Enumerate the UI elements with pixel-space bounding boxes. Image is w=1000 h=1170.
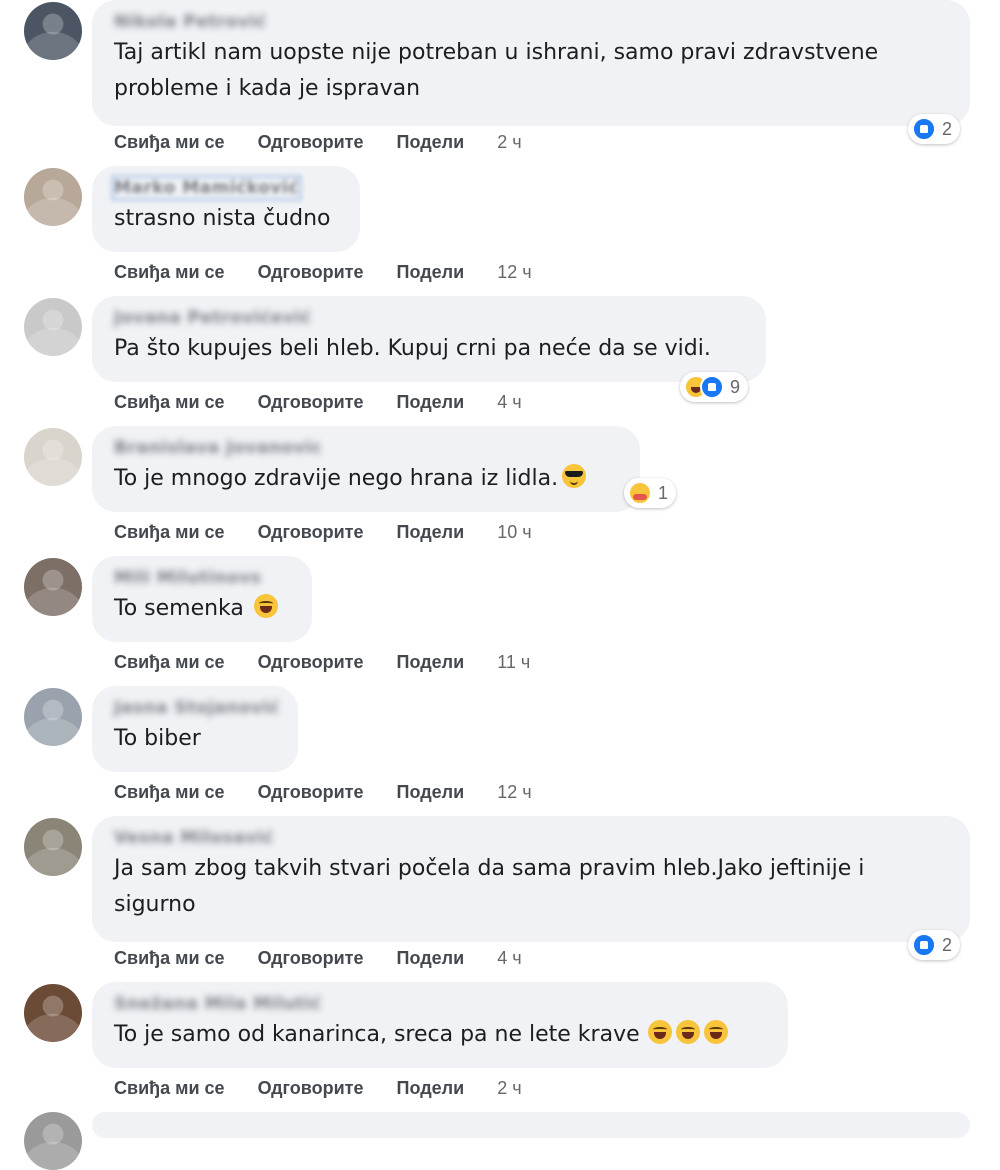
like-button[interactable]: Свиђа ми се bbox=[114, 782, 225, 802]
avatar[interactable] bbox=[24, 428, 82, 486]
like-button[interactable]: Свиђа ми се bbox=[114, 262, 225, 282]
comment-text: To semenka bbox=[114, 590, 292, 628]
reaction-summary[interactable]: 2 bbox=[908, 930, 961, 960]
comment-text: To je samo od kanarinca, sreca pa ne let… bbox=[114, 1016, 768, 1054]
reaction-count: 9 bbox=[730, 376, 741, 397]
like-reaction-icon bbox=[912, 117, 936, 141]
avatar[interactable] bbox=[24, 298, 82, 356]
comment-actions: Свиђа ми се Одговорите Подели 12 ч bbox=[114, 782, 560, 803]
comment-actions: Свиђа ми се Одговорите Подели 12 ч bbox=[114, 262, 560, 283]
share-button[interactable]: Подели bbox=[397, 262, 465, 282]
comment-timestamp[interactable]: 4 ч bbox=[497, 948, 521, 968]
comment-timestamp[interactable]: 2 ч bbox=[497, 1078, 521, 1098]
comment-timestamp[interactable]: 12 ч bbox=[497, 262, 531, 282]
share-button[interactable]: Подели bbox=[397, 948, 465, 968]
comment-actions: Свиђа ми се Одговорите Подели 4 ч bbox=[114, 392, 550, 413]
like-button[interactable]: Свиђа ми се bbox=[114, 392, 225, 412]
comment-bubble: Branislava Jovanovic To je mnogo zdravij… bbox=[92, 426, 640, 512]
reply-button[interactable]: Одговорите bbox=[258, 652, 364, 672]
share-button[interactable]: Подели bbox=[397, 652, 465, 672]
comment-bubble: Jasna Stojanović To biber bbox=[92, 686, 298, 772]
author-name[interactable]: Marko Mamićković bbox=[112, 176, 301, 200]
comment-text-line: Taj artikl nam uopste nije potreban u is… bbox=[114, 40, 879, 65]
comment-actions: Свиђа ми се Одговорите Подели 11 ч bbox=[114, 652, 558, 673]
share-button[interactable]: Подели bbox=[397, 522, 465, 542]
reply-button[interactable]: Одговорите bbox=[258, 1078, 364, 1098]
author-name[interactable]: Nikola Petrović bbox=[114, 12, 266, 32]
avatar[interactable] bbox=[24, 558, 82, 616]
reply-button[interactable]: Одговорите bbox=[258, 782, 364, 802]
reaction-summary[interactable]: 1 bbox=[624, 478, 677, 508]
like-button[interactable]: Свиђа ми се bbox=[114, 522, 225, 542]
comment-bubble: Jovana Petrovićević Pa što kupujes beli … bbox=[92, 296, 766, 382]
comment-bubble: Snežana Mila Milutić To je samo od kanar… bbox=[92, 982, 788, 1068]
comment-text-line: Pa što kupujes beli hleb. Kupuj crni pa … bbox=[114, 336, 711, 361]
avatar[interactable] bbox=[24, 168, 82, 226]
comment-timestamp[interactable]: 4 ч bbox=[497, 392, 521, 412]
comment-text-line: strasno nista čudno bbox=[114, 206, 331, 231]
comment-bubble: Vesna Milosavić Ja sam zbog takvih stvar… bbox=[92, 816, 970, 942]
reply-button[interactable]: Одговорите bbox=[258, 948, 364, 968]
comment-text-line: To je mnogo zdravije nego hrana iz lidla… bbox=[114, 466, 559, 491]
author-name[interactable]: Jasna Stojanović bbox=[114, 698, 280, 718]
reaction-count: 2 bbox=[942, 118, 953, 139]
avatar[interactable] bbox=[24, 1112, 82, 1170]
reaction-summary[interactable]: 9 bbox=[680, 372, 749, 402]
sunglasses-emoji-icon bbox=[562, 464, 587, 488]
comment-actions: Свиђа ми се Одговорите Подели 2 ч bbox=[114, 1078, 550, 1099]
laughing-emoji-icon bbox=[675, 1020, 700, 1044]
comment-actions: Свиђа ми се Одговорите Подели 2 ч bbox=[114, 132, 550, 153]
comment-text-line: To je samo od kanarinca, sreca pa ne let… bbox=[114, 1022, 640, 1047]
comment-timestamp[interactable]: 2 ч bbox=[497, 132, 521, 152]
like-button[interactable]: Свиђа ми се bbox=[114, 948, 225, 968]
comment-bubble: Marko Mamićković strasno nista čudno bbox=[92, 166, 360, 252]
share-button[interactable]: Подели bbox=[397, 132, 465, 152]
author-name[interactable]: Mili Milutinovs bbox=[114, 568, 261, 588]
laughing-emoji-icon bbox=[703, 1020, 728, 1044]
care-reaction-icon bbox=[628, 481, 652, 505]
comment-actions: Свиђа ми се Одговорите Подели 10 ч bbox=[114, 522, 560, 543]
avatar[interactable] bbox=[24, 818, 82, 876]
share-button[interactable]: Подели bbox=[397, 782, 465, 802]
avatar[interactable] bbox=[24, 2, 82, 60]
share-button[interactable]: Подели bbox=[397, 1078, 465, 1098]
reaction-count: 1 bbox=[658, 482, 669, 503]
laughing-emoji-icon bbox=[647, 1020, 672, 1044]
share-button[interactable]: Подели bbox=[397, 392, 465, 412]
author-name[interactable]: Vesna Milosavić bbox=[114, 828, 274, 848]
reply-button[interactable]: Одговорите bbox=[258, 522, 364, 542]
comment-text-line: probleme i kada je ispravan bbox=[114, 76, 421, 101]
author-name[interactable]: Branislava Jovanovic bbox=[114, 438, 322, 458]
comment-text-line: To semenka bbox=[114, 596, 244, 621]
reaction-count: 2 bbox=[942, 934, 953, 955]
reaction-summary[interactable]: 2 bbox=[908, 114, 961, 144]
reply-button[interactable]: Одговорите bbox=[258, 262, 364, 282]
laughing-emoji-icon bbox=[253, 594, 278, 618]
avatar[interactable] bbox=[24, 984, 82, 1042]
like-reaction-icon bbox=[700, 375, 724, 399]
like-button[interactable]: Свиђа ми се bbox=[114, 652, 225, 672]
comment-text-line: To biber bbox=[114, 726, 201, 751]
comment-bubble: Mili Milutinovs To semenka bbox=[92, 556, 312, 642]
author-name[interactable]: Snežana Mila Milutić bbox=[114, 994, 321, 1014]
like-button[interactable]: Свиђа ми се bbox=[114, 1078, 225, 1098]
comment-text-line: sigurno bbox=[114, 892, 196, 917]
comment-bubble: Nikola Petrović Taj artikl nam uopste ni… bbox=[92, 0, 970, 126]
like-reaction-icon bbox=[912, 933, 936, 957]
comment-text: To je mnogo zdravije nego hrana iz lidla… bbox=[114, 460, 620, 498]
reply-button[interactable]: Одговорите bbox=[258, 132, 364, 152]
reply-button[interactable]: Одговорите bbox=[258, 392, 364, 412]
comment-timestamp[interactable]: 11 ч bbox=[497, 652, 530, 672]
comment-bubble bbox=[92, 1112, 970, 1138]
comment-actions: Свиђа ми се Одговорите Подели 4 ч bbox=[114, 948, 550, 969]
like-button[interactable]: Свиђа ми се bbox=[114, 132, 225, 152]
comment-text-line: Ja sam zbog takvih stvari počela da sama… bbox=[114, 856, 865, 881]
avatar[interactable] bbox=[24, 688, 82, 746]
author-name[interactable]: Jovana Petrovićević bbox=[114, 308, 311, 328]
comment-timestamp[interactable]: 10 ч bbox=[497, 522, 531, 542]
comment-timestamp[interactable]: 12 ч bbox=[497, 782, 531, 802]
